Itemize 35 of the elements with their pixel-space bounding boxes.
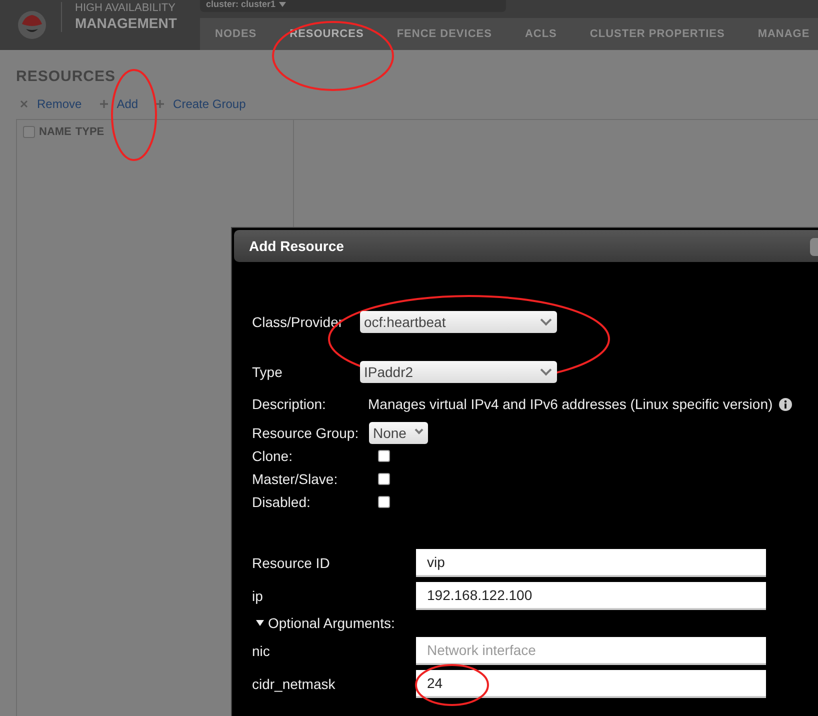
nav-tab[interactable]: CLUSTER PROPERTIES [590,28,725,40]
field-label: cidr_netmask [252,676,336,692]
field-label: Resource ID [252,554,331,570]
product-subtitle: HIGH AVAILABILITY [75,2,176,14]
field-label: Resource Group: [252,425,360,441]
action-link[interactable]: Add [116,97,138,111]
column-header: NAME [39,126,72,138]
input-field[interactable]: vip [416,548,766,576]
option-label: Master/Slave: [252,470,339,486]
cluster-selector[interactable]: cluster: cluster1 [200,0,506,12]
field-label: nic [252,642,271,658]
nav-tab[interactable]: ACLS [524,28,557,40]
product-title: MANAGEMENT [75,14,177,32]
dialog-title: Add Resource [249,238,344,254]
type-select[interactable]: IPaddr2 [360,361,557,383]
field-label: ip [252,588,264,604]
nav-tab[interactable]: FENCE DEVICES [396,28,492,40]
option-label: Disabled: [252,494,312,510]
column-header: TYPE [75,126,104,138]
field-label: Description: [252,396,327,412]
description-text: Manages virtual IPv4 and IPv6 addresses (Linux specific version) [368,396,773,412]
input-field[interactable]: 192.168.122.100 [416,582,766,610]
page-title: RESOURCES [16,68,117,85]
action-link[interactable]: Remove [37,97,82,111]
resource-group-select[interactable]: None [369,422,428,444]
nav-tab[interactable]: MANAGE [758,28,810,40]
action-link[interactable]: Create Group [173,97,246,111]
section-toggle[interactable]: Optional Arguments: [268,615,395,631]
nav-tab[interactable]: NODES [215,28,257,40]
input-field[interactable]: 24 [416,670,766,698]
field-label: Type [252,364,284,380]
option-label: Clone: [252,448,294,464]
class-provider-select[interactable]: ocf:heartbeat [360,311,557,333]
nav-tab[interactable]: RESOURCES [290,28,364,40]
input-field[interactable]: Network interface [416,636,766,664]
